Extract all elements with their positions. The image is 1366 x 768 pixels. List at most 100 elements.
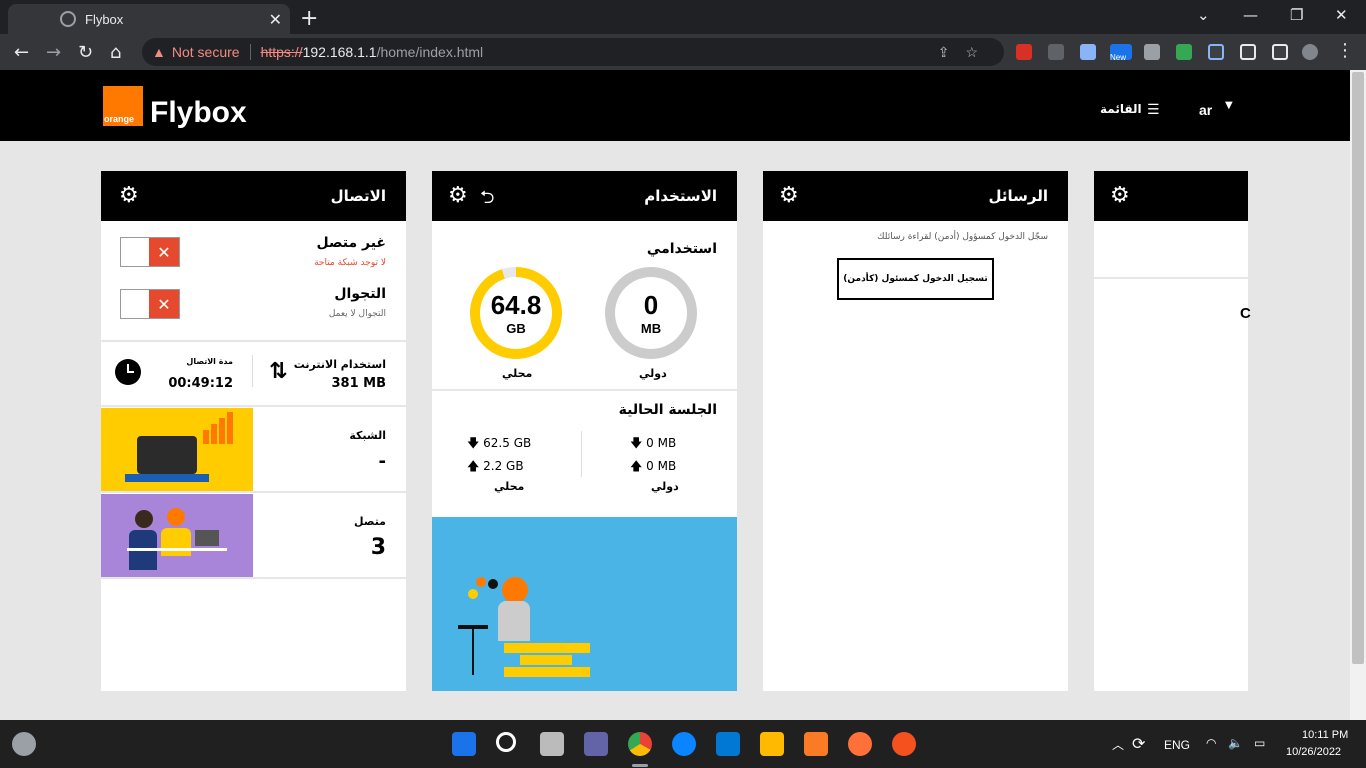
language-indicator[interactable]: ENG — [1164, 738, 1190, 752]
intl-value: 0 — [643, 290, 659, 320]
forward-icon[interactable]: → — [46, 42, 61, 63]
close-tab-icon[interactable]: ✕ — [269, 10, 282, 29]
local-up-row: 🡅 2.2 GB — [467, 457, 524, 478]
usage-card-header: ⚙ ⮌ الاستخدام — [432, 171, 737, 221]
language-selector[interactable]: ar — [1199, 102, 1212, 118]
search-icon[interactable] — [496, 732, 516, 752]
connection-card: ⚙ الاتصال غير متصل لا توجد شبكة متاحة ✕ … — [101, 171, 406, 691]
teams-icon[interactable] — [584, 732, 608, 756]
task-view-icon[interactable] — [540, 732, 564, 756]
security-label[interactable]: Not secure — [172, 44, 240, 60]
weather-icon[interactable] — [12, 732, 36, 756]
browser-tab[interactable]: Flybox ✕ — [8, 4, 290, 34]
url-scheme: https:// — [260, 44, 303, 60]
close-icon: ✕ — [149, 290, 179, 318]
store-icon[interactable] — [716, 732, 740, 756]
profile-avatar[interactable] — [1302, 44, 1318, 60]
extension-react-icon[interactable] — [1208, 44, 1224, 60]
side-panel-icon[interactable] — [1272, 44, 1288, 60]
reload-icon[interactable]: ↻ — [78, 42, 93, 63]
sync-icon[interactable]: ⟳ — [1132, 734, 1145, 754]
extension-camera-icon[interactable] — [1144, 44, 1160, 60]
extension-shield-icon[interactable] — [1016, 44, 1032, 60]
local-label: محلي — [502, 367, 533, 380]
gear-icon[interactable]: ⚙ — [448, 183, 468, 208]
extensions-puzzle-icon[interactable] — [1240, 44, 1256, 60]
arrow-up-icon: 🡅 — [630, 459, 647, 473]
internet-value: 381 MB — [331, 376, 386, 391]
postman-icon[interactable] — [892, 732, 916, 756]
messages-note: سجّل الدخول كمسؤول (أدمن) لقراءة رسائلك — [877, 232, 1048, 242]
share-and-star-icons[interactable]: ⇪☆ — [938, 44, 994, 61]
volume-icon[interactable]: 🔈 — [1228, 736, 1243, 750]
local-usage-ring: 64.8 GB — [470, 267, 562, 359]
back-icon[interactable]: ← — [14, 42, 29, 63]
session-local-label: محلي — [494, 480, 525, 493]
status-sub: لا توجد شبكة متاحة — [314, 258, 386, 268]
gear-icon[interactable]: ⚙ — [119, 183, 139, 208]
divider — [101, 340, 406, 342]
orange-logo[interactable]: orange — [103, 86, 143, 126]
gear-icon[interactable]: ⚙ — [1110, 183, 1130, 208]
admin-login-button[interactable]: تسجيل الدخول كمسئول (كأدمن) — [837, 258, 994, 300]
transfer-arrows-icon: ⇅ — [269, 359, 288, 384]
xampp-icon[interactable] — [804, 732, 828, 756]
firefox-icon[interactable] — [848, 732, 872, 756]
connection-toggle[interactable]: ✕ — [120, 237, 180, 267]
extension-new-icon[interactable]: New — [1110, 44, 1132, 62]
connection-title: الاتصال — [330, 187, 386, 205]
extension-pen-icon[interactable] — [1048, 44, 1064, 60]
caret-down-icon[interactable]: ▼ — [1225, 100, 1233, 111]
active-app-indicator — [632, 764, 648, 767]
arrow-up-icon: 🡅 — [467, 459, 484, 473]
scrollbar-thumb[interactable] — [1352, 72, 1364, 664]
network-value: - — [378, 451, 386, 472]
chrome-icon[interactable] — [628, 732, 652, 756]
reset-icon[interactable]: ⮌ — [480, 185, 494, 215]
messages-title: الرسائل — [988, 187, 1048, 205]
home-icon[interactable]: ⌂ — [110, 42, 121, 63]
intl-usage-ring: 0 MB — [605, 267, 697, 359]
hamburger-icon[interactable]: ☰ — [1147, 102, 1160, 118]
address-bar[interactable]: ▲ Not secure https:// 192.168.1.1 /home/… — [142, 38, 1004, 66]
browser-tab-strip: f Flybox ✕ + ⌄ — ❐ ✕ — [0, 0, 1366, 34]
file-explorer-icon[interactable] — [760, 732, 784, 756]
local-down: 62.5 GB — [483, 436, 532, 450]
local-down-row: 🡇 62.5 GB — [467, 434, 531, 455]
tab-title: Flybox — [85, 11, 124, 27]
intl-up: 0 MB — [646, 459, 677, 473]
new-badge: New — [1110, 53, 1127, 62]
extension-docs-icon[interactable] — [1080, 44, 1096, 60]
roaming-title: التجوال — [334, 286, 386, 302]
divider — [101, 491, 406, 493]
gear-icon[interactable]: ⚙ — [779, 183, 799, 208]
menu-label[interactable]: القائمة — [1100, 102, 1142, 116]
messages-card: ⚙ الرسائل سجّل الدخول كمسؤول (أدمن) لقرا… — [763, 171, 1068, 691]
show-hidden-icons[interactable]: ︿ — [1112, 736, 1124, 753]
address-separator — [249, 44, 251, 60]
extension-color-icon[interactable] — [1176, 44, 1192, 60]
close-window-button[interactable]: ✕ — [1335, 6, 1348, 24]
roaming-toggle[interactable]: ✕ — [120, 289, 180, 319]
browser-menu-icon[interactable]: ⋮ — [1336, 40, 1354, 61]
new-tab-button[interactable]: + — [300, 6, 318, 31]
local-unit: GB — [506, 321, 526, 336]
divider — [1094, 277, 1248, 279]
clock-date[interactable]: 10/26/2022 — [1286, 746, 1341, 758]
woman-illustration — [432, 517, 737, 691]
edge-icon[interactable] — [672, 732, 696, 756]
tab-search-icon[interactable]: ⌄ — [1197, 6, 1210, 24]
minimize-button[interactable]: — — [1243, 6, 1258, 24]
maximize-button[interactable]: ❐ — [1290, 6, 1303, 24]
divider — [252, 355, 253, 387]
start-windows-icon[interactable] — [452, 732, 476, 756]
connected-label: متصل — [354, 515, 386, 528]
warning-icon: ▲ — [152, 44, 166, 60]
partial-text: C — [1240, 305, 1251, 322]
intl-down: 0 MB — [646, 436, 677, 450]
close-icon: ✕ — [149, 238, 179, 266]
wifi-icon[interactable]: ◠ — [1206, 736, 1216, 750]
battery-icon[interactable]: ▭ — [1254, 736, 1265, 750]
clock-time[interactable]: 10:11 PM — [1302, 729, 1348, 741]
session-intl-label: دولي — [651, 480, 679, 493]
